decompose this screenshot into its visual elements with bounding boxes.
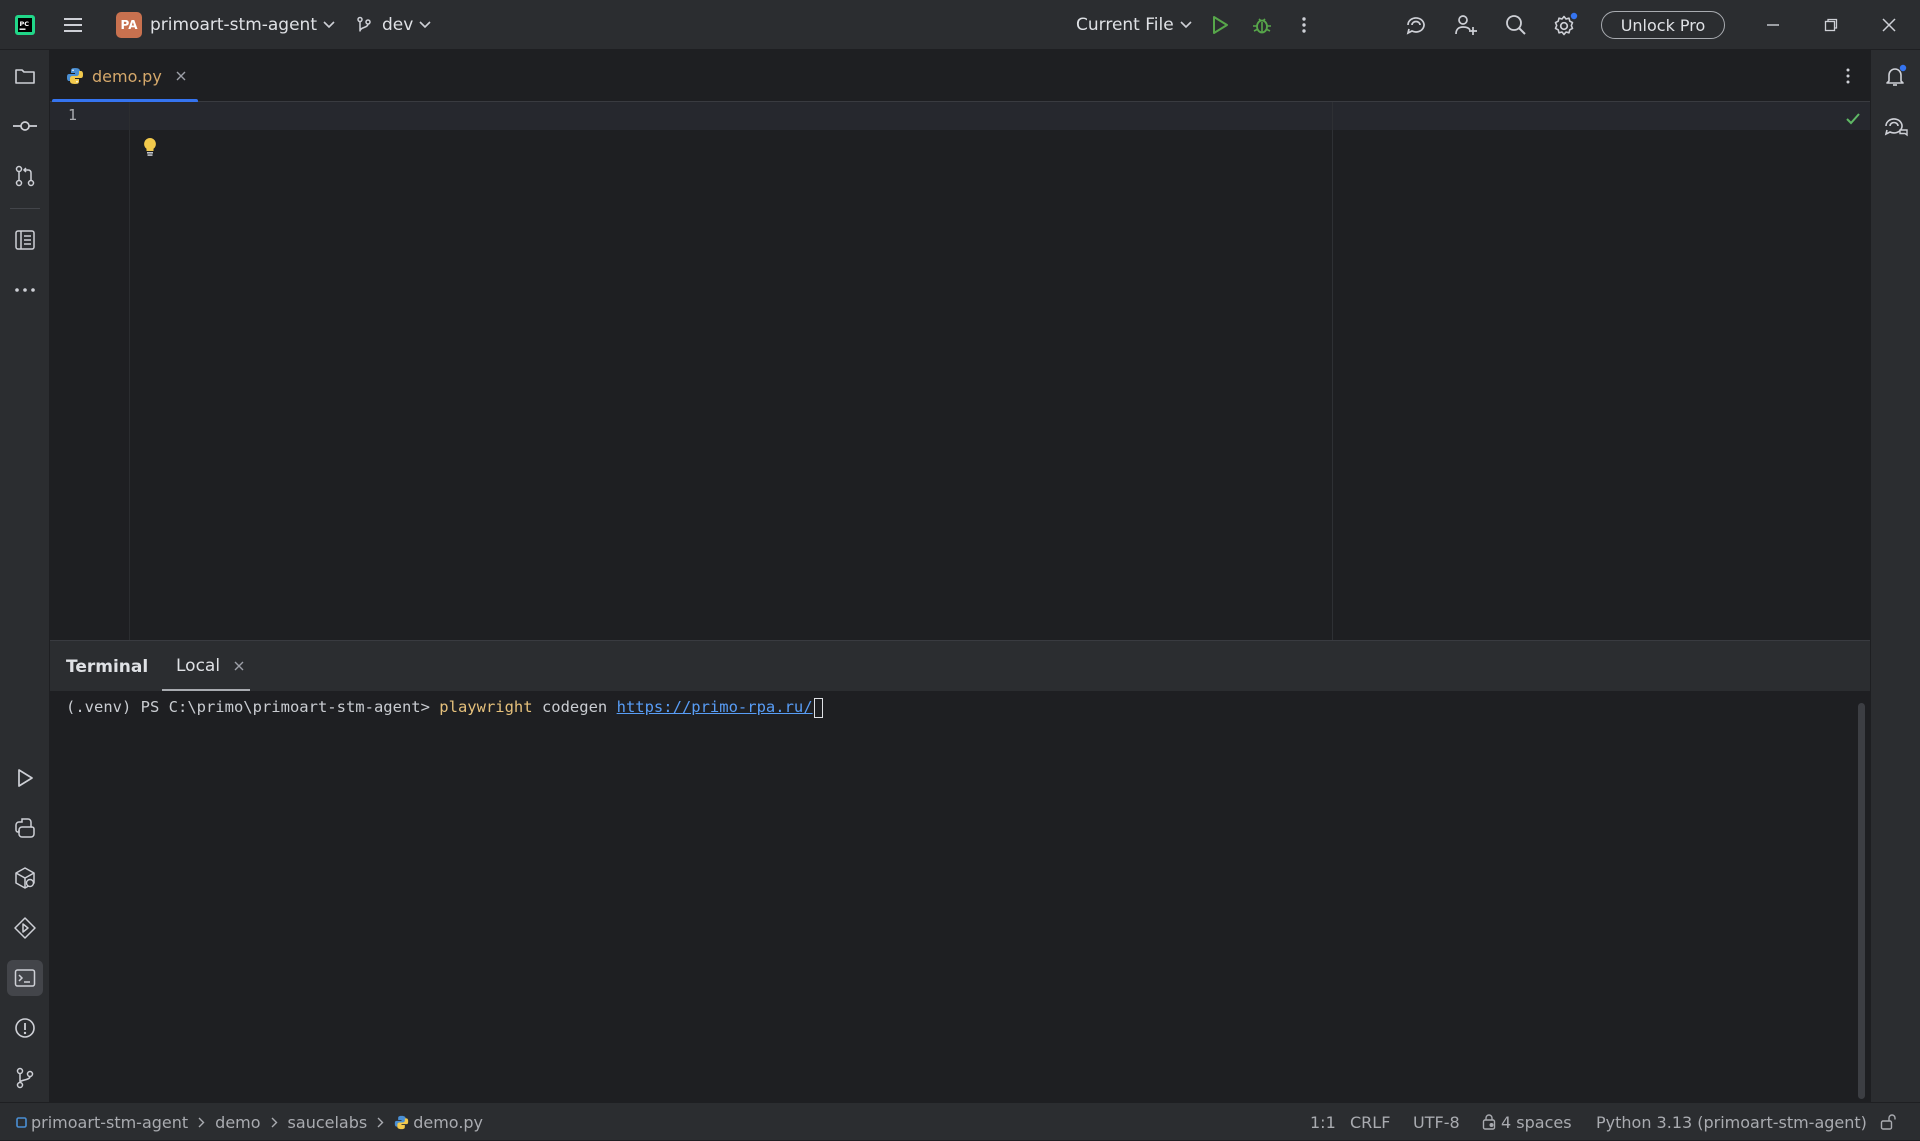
debug-icon[interactable] (1250, 0, 1274, 50)
terminal-url-link[interactable]: https://primo-rpa.ru/ (617, 698, 813, 716)
ai-chat-icon[interactable] (1878, 108, 1914, 144)
chevron-right-icon (198, 1117, 205, 1128)
chevron-right-icon (271, 1117, 278, 1128)
hamburger-menu-icon[interactable] (60, 0, 86, 50)
code-editor[interactable]: 1 (50, 102, 1870, 640)
services-icon[interactable] (7, 910, 43, 946)
line-number: 1 (68, 106, 78, 124)
active-terminal-tab-indicator (162, 689, 250, 691)
tab-options-more-icon[interactable] (1838, 66, 1858, 86)
python-console-icon[interactable] (7, 810, 43, 846)
indent-settings[interactable]: 4 spaces (1482, 1103, 1572, 1141)
pycharm-logo-icon[interactable]: PC (12, 0, 38, 50)
line-separator[interactable]: CRLF (1350, 1103, 1390, 1141)
editor-tab-bar: demo.py (50, 50, 1870, 103)
module-icon (16, 1116, 27, 1128)
check-icon[interactable] (1844, 110, 1862, 128)
problems-icon[interactable] (7, 1010, 43, 1046)
editor-tab-demo-py[interactable]: demo.py (50, 50, 198, 103)
terminal-panel: Terminal Local (.venv) PS C:\primo\primo… (50, 640, 1870, 1102)
stripe-separator (10, 208, 40, 209)
left-tool-window-bar (0, 50, 50, 1102)
python-interpreter[interactable]: Python 3.13 (primoart-stm-agent) (1596, 1103, 1867, 1141)
ai-assistant-icon[interactable] (1402, 0, 1430, 50)
breadcrumb: primoart-stm-agent demo saucelabs demo.p… (16, 1103, 483, 1141)
terminal-header: Terminal Local (50, 641, 1870, 691)
status-bar: primoart-stm-agent demo saucelabs demo.p… (0, 1102, 1920, 1140)
breadcrumb-item[interactable]: saucelabs (288, 1113, 368, 1132)
terminal-tab-local[interactable]: Local (162, 641, 250, 691)
branch-name: dev (382, 15, 414, 35)
terminal-argument: codegen (532, 698, 617, 716)
add-user-icon[interactable] (1452, 0, 1480, 50)
pull-request-icon[interactable] (7, 158, 43, 194)
file-encoding[interactable]: UTF-8 (1413, 1103, 1460, 1141)
indent-lock-icon (1482, 1114, 1496, 1130)
right-margin-guide (1332, 102, 1333, 640)
run-configuration-label: Current File (1076, 15, 1174, 35)
restore-icon[interactable] (1820, 0, 1842, 50)
terminal-input-line[interactable]: (.venv) PS C:\primo\primoart-stm-agent> … (66, 695, 823, 719)
lock-icon[interactable] (1880, 1103, 1896, 1141)
chevron-down-icon (419, 21, 431, 29)
terminal-scrollbar[interactable] (1858, 703, 1865, 1099)
run-tool-icon[interactable] (7, 760, 43, 796)
indent-label: 4 spaces (1501, 1112, 1572, 1132)
search-icon[interactable] (1502, 0, 1530, 50)
breadcrumb-item[interactable]: primoart-stm-agent (31, 1113, 188, 1132)
terminal-icon[interactable] (7, 960, 43, 996)
terminal-command: playwright (439, 698, 533, 716)
caret-position[interactable]: 1:1 (1310, 1103, 1336, 1141)
breadcrumb-item[interactable]: demo.py (413, 1113, 483, 1132)
terminal-cursor (813, 697, 823, 718)
terminal-title: Terminal (66, 657, 149, 677)
chevron-right-icon (377, 1117, 384, 1128)
settings-icon[interactable] (1550, 0, 1580, 50)
close-tab-icon[interactable] (176, 71, 186, 81)
close-tab-icon[interactable] (234, 661, 244, 671)
commit-icon[interactable] (7, 108, 43, 144)
branch-selector[interactable]: dev (356, 0, 431, 50)
python-file-icon (394, 1115, 409, 1130)
chevron-down-icon (323, 21, 335, 29)
minimize-icon[interactable] (1762, 0, 1784, 50)
chevron-down-icon (1180, 21, 1192, 29)
title-bar: PC PA primoart-stm-agent dev Current Fil… (0, 0, 1920, 50)
breadcrumb-item[interactable]: demo (215, 1113, 260, 1132)
svg-text:PC: PC (20, 20, 30, 28)
project-avatar: PA (116, 12, 142, 38)
run-icon[interactable] (1208, 0, 1232, 50)
project-name: primoart-stm-agent (150, 15, 317, 35)
structure-icon[interactable] (7, 222, 43, 258)
git-icon[interactable] (7, 1060, 43, 1096)
python-packages-icon[interactable] (7, 860, 43, 896)
editor-tab-label: demo.py (92, 66, 162, 86)
terminal-prompt: (.venv) PS C:\primo\primoart-stm-agent> (66, 698, 440, 716)
unlock-pro-button[interactable]: Unlock Pro (1601, 11, 1725, 39)
right-tool-window-bar (1870, 50, 1920, 1102)
more-vertical-icon[interactable] (1294, 0, 1314, 50)
project-selector[interactable]: PA primoart-stm-agent (116, 0, 335, 50)
run-configuration-selector[interactable]: Current File (1076, 0, 1192, 50)
notifications-icon[interactable] (1878, 58, 1914, 94)
close-icon[interactable] (1878, 0, 1900, 50)
terminal-tab-label: Local (176, 656, 221, 676)
more-horizontal-icon[interactable] (7, 272, 43, 308)
python-file-icon (66, 67, 84, 85)
current-line-highlight (50, 102, 1870, 130)
branch-icon (356, 16, 372, 34)
lightbulb-icon[interactable] (142, 136, 158, 158)
editor-gutter: 1 (50, 102, 130, 640)
folder-icon[interactable] (7, 58, 43, 94)
